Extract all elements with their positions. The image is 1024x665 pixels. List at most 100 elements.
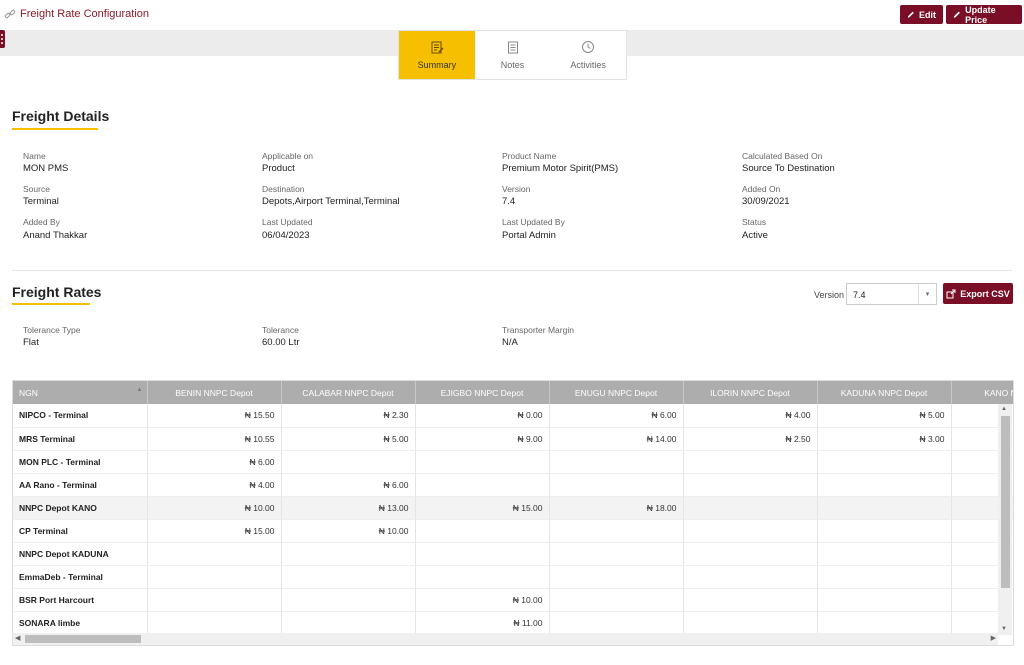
field-value: 60.00 Ltr: [262, 337, 300, 348]
row-source-name: NNPC Depot KANO: [13, 496, 148, 520]
chevron-down-icon: ▾: [918, 284, 936, 304]
rate-cell: ₦ 6.00: [147, 450, 282, 474]
field-label: Last Updated By: [502, 217, 565, 227]
field-value: Premium Motor Spirit(PMS): [502, 163, 619, 174]
rate-cell: ₦ 0.00: [415, 404, 550, 428]
vertical-scrollbar[interactable]: ▲ ▼: [998, 404, 1012, 634]
rate-cell: [817, 588, 952, 612]
rate-cell: ₦ 10.00: [281, 519, 416, 543]
field-label: Source: [23, 184, 50, 194]
tab-activities[interactable]: Activities: [550, 31, 626, 79]
column-header[interactable]: KADUNA NNPC Depot: [817, 381, 952, 404]
scroll-up-icon[interactable]: ▲: [1001, 406, 1007, 412]
rate-cell: ₦ 14.00: [549, 427, 684, 451]
update-price-button-label: Update Price: [965, 4, 996, 25]
field-value: 30/09/2021: [742, 196, 790, 207]
rate-cell: [549, 473, 684, 497]
rate-cell: ₦ 13.00: [281, 496, 416, 520]
table-row[interactable]: NNPC Depot KANO ₦ 10.00 ₦ 13.00 ₦ 15.00 ₦ 18…: [13, 496, 1013, 520]
table-row[interactable]: SONARA limbe ₦ 11.00: [13, 611, 1013, 635]
horizontal-scrollbar[interactable]: ◀ ▶: [13, 633, 998, 645]
rate-cell: [817, 450, 952, 474]
row-source-name: MON PLC - Terminal: [13, 450, 148, 474]
rate-cell: [683, 519, 818, 543]
export-csv-label: Export CSV: [960, 288, 1010, 299]
field-label: Last Updated: [262, 217, 313, 227]
field-value: Anand Thakkar: [23, 230, 88, 241]
column-header-ngn[interactable]: NGN ▲: [13, 381, 148, 404]
pencil-icon: [907, 11, 914, 18]
rate-cell: ₦ 10.55: [147, 427, 282, 451]
rate-cell: ₦ 4.00: [147, 473, 282, 497]
column-header[interactable]: CALABAR NNPC Depot: [281, 381, 416, 404]
field-label: Calculated Based On: [742, 151, 823, 161]
rate-cell: [147, 611, 282, 635]
rate-cell: [281, 542, 416, 566]
export-icon: [946, 289, 956, 298]
rate-cell: [683, 473, 818, 497]
version-label: Version: [814, 290, 845, 300]
table-row[interactable]: AA Rano - Terminal ₦ 4.00 ₦ 6.00: [13, 473, 1013, 497]
rate-cell: [415, 519, 550, 543]
scroll-right-icon[interactable]: ▶: [991, 634, 996, 642]
summary-icon: [431, 41, 444, 54]
scroll-down-icon[interactable]: ▼: [1001, 626, 1007, 632]
rate-cell: [415, 542, 550, 566]
rate-cell: [549, 450, 684, 474]
rate-cell: ₦ 10.00: [415, 588, 550, 612]
table-row[interactable]: MON PLC - Terminal ₦ 6.00: [13, 450, 1013, 474]
table-row[interactable]: MRS Terminal ₦ 10.55 ₦ 5.00 ₦ 9.00 ₦ 14.00 ₦ …: [13, 427, 1013, 451]
freight-rates-title: Freight Rates: [12, 284, 102, 300]
version-select[interactable]: 7.4 ▾: [846, 283, 937, 305]
page-title: Freight Rate Configuration: [20, 8, 150, 20]
rate-cell: ₦ 18.00: [549, 496, 684, 520]
rate-cell: [817, 611, 952, 635]
scroll-left-icon[interactable]: ◀: [15, 634, 20, 642]
export-csv-button[interactable]: Export CSV: [943, 283, 1013, 304]
edit-button[interactable]: Edit: [900, 5, 943, 24]
rate-cell: [147, 542, 282, 566]
rate-cell: [817, 542, 952, 566]
rate-cell: ₦ 15.00: [147, 519, 282, 543]
column-header[interactable]: ILORIN NNPC Depot: [683, 381, 818, 404]
title-area: Freight Rate Configuration: [4, 8, 149, 20]
table-row[interactable]: EmmaDeb - Terminal: [13, 565, 1013, 589]
top-bar: Freight Rate Configuration Edit Update P…: [0, 0, 1024, 30]
column-header[interactable]: ENUGU NNPC Depot: [549, 381, 684, 404]
update-price-button[interactable]: Update Price: [946, 4, 1022, 25]
freight-details-title: Freight Details: [12, 108, 110, 124]
rate-cell: [683, 565, 818, 589]
tab-bar: Summary Notes Activities: [398, 30, 627, 80]
rate-cell: [147, 588, 282, 612]
column-header[interactable]: EJIGBO NNPC Depot: [415, 381, 550, 404]
tab-summary[interactable]: Summary: [399, 31, 475, 79]
row-source-name: SONARA limbe: [13, 611, 148, 635]
version-select-value: 7.4: [853, 290, 866, 300]
table-row[interactable]: NNPC Depot KADUNA: [13, 542, 1013, 566]
rate-cell: [281, 450, 416, 474]
rate-cell: [415, 473, 550, 497]
side-menu-handle[interactable]: [0, 30, 5, 48]
field-value: Flat: [23, 337, 39, 348]
field-value: 7.4: [502, 196, 516, 207]
field-label: Name: [23, 151, 46, 161]
table-row[interactable]: NIPCO - Terminal ₦ 15.50 ₦ 2.30 ₦ 0.00 ₦ 6.0…: [13, 404, 1013, 428]
scroll-thumb[interactable]: [25, 635, 141, 643]
freight-details-underline: [12, 128, 98, 130]
rate-cell: ₦ 15.50: [147, 404, 282, 428]
field-value: Active: [742, 230, 768, 241]
activities-icon: [582, 41, 595, 53]
column-header[interactable]: KANO NNPC Depot: [951, 381, 1013, 404]
table-row[interactable]: BSR Port Harcourt ₦ 10.00: [13, 588, 1013, 612]
rate-cell: [415, 565, 550, 589]
rate-cell: [549, 519, 684, 543]
field-value: Portal Admin: [502, 230, 556, 241]
field-label: Version: [502, 184, 531, 194]
column-header[interactable]: BENIN NNPC Depot: [147, 381, 282, 404]
rate-cell: ₦ 15.00: [415, 496, 550, 520]
scroll-thumb[interactable]: [1001, 416, 1010, 588]
sort-arrow-icon: ▲: [136, 387, 143, 393]
tab-notes[interactable]: Notes: [475, 31, 551, 79]
rate-cell: [281, 611, 416, 635]
table-row[interactable]: CP Terminal ₦ 15.00 ₦ 10.00: [13, 519, 1013, 543]
